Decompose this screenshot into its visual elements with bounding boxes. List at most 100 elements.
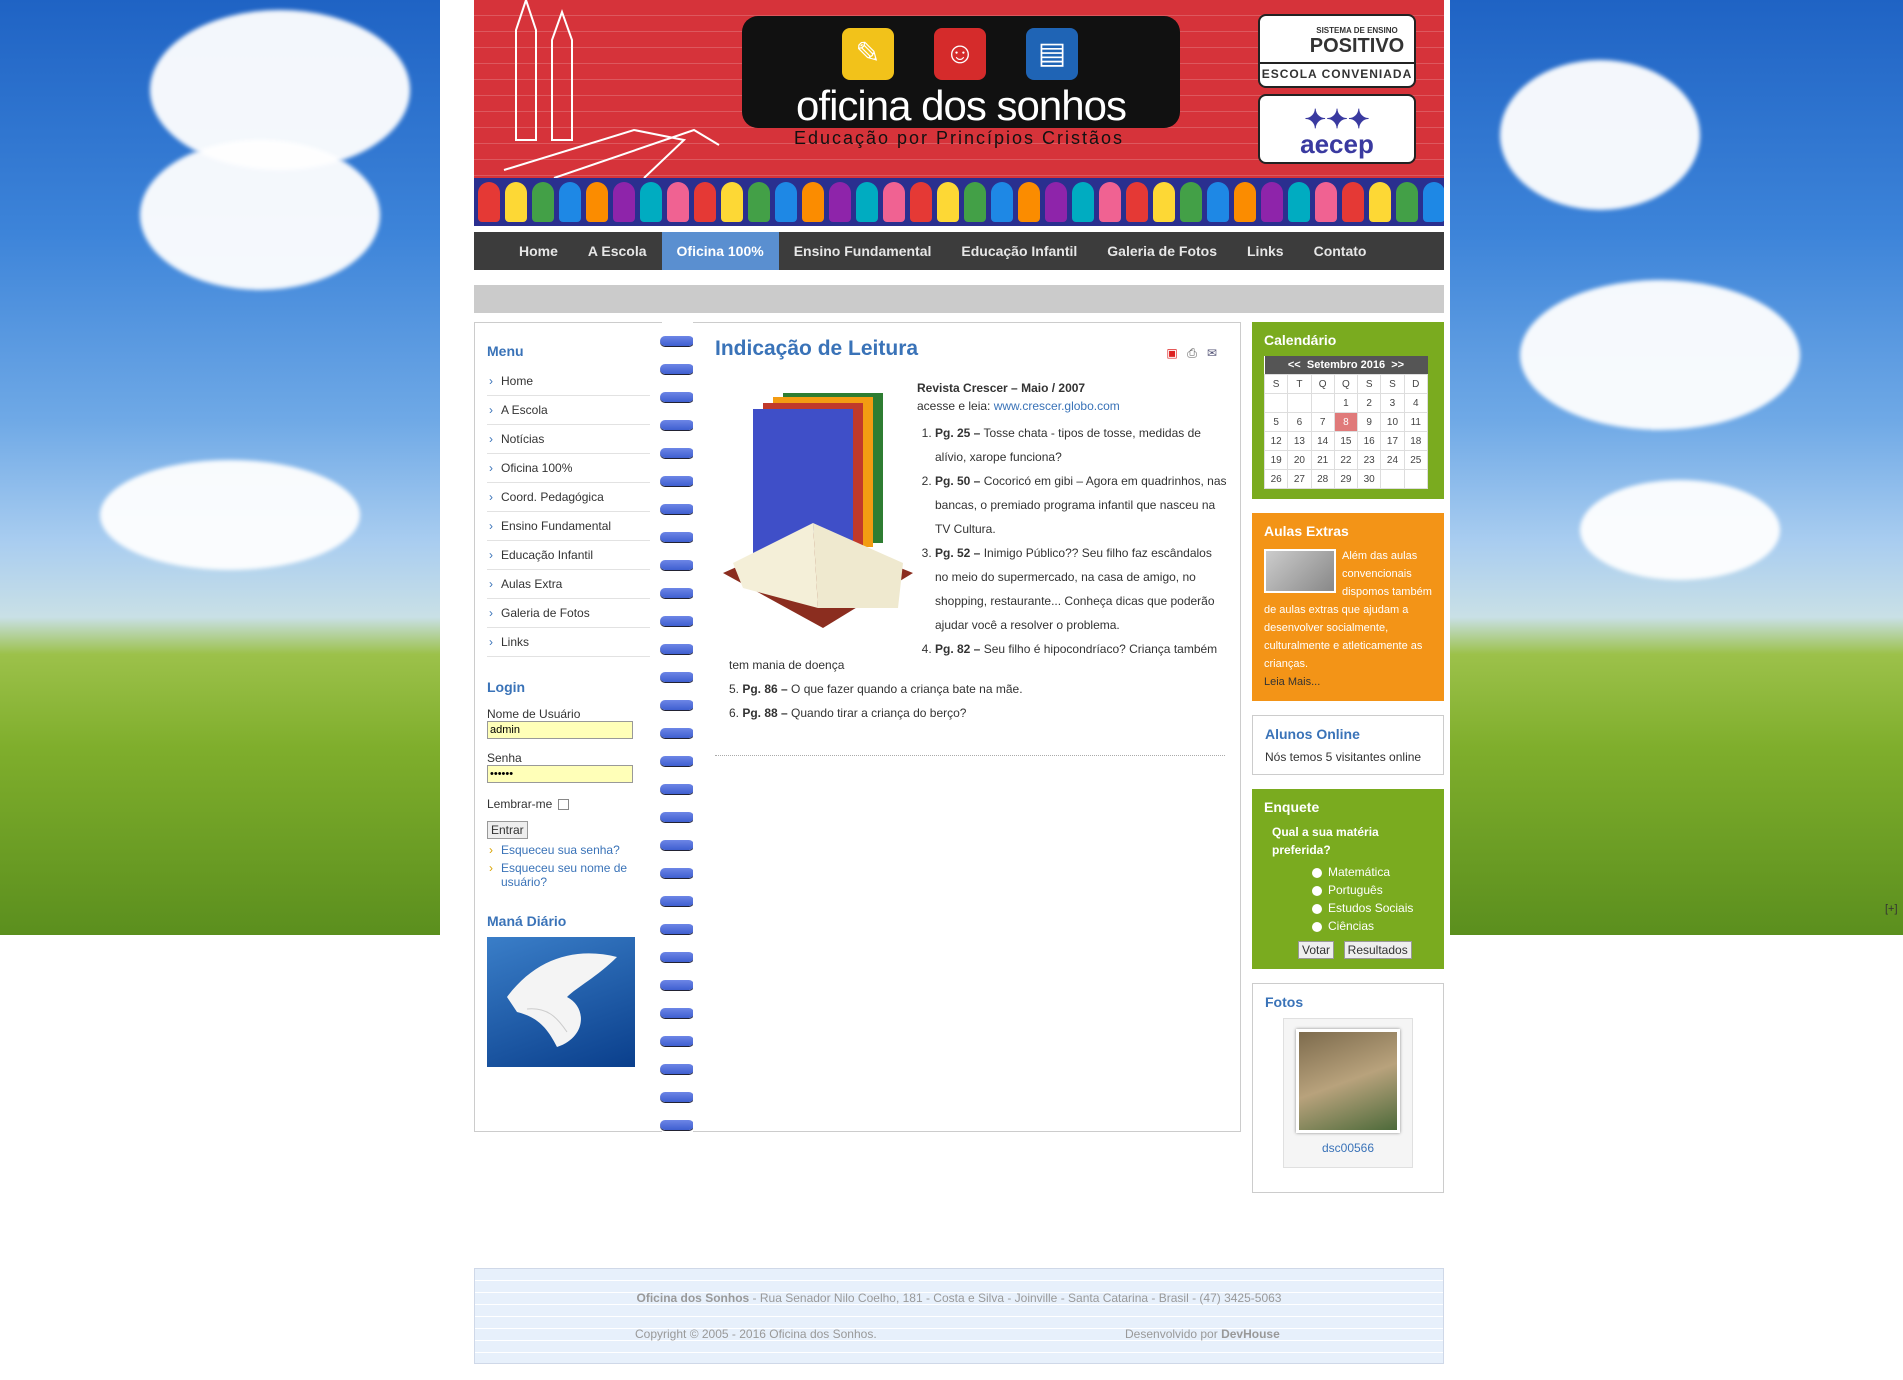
nav-oficina-100[interactable]: Oficina 100% <box>661 232 779 270</box>
calendar-day <box>1403 469 1429 489</box>
menu-item-links[interactable]: Links <box>487 628 650 657</box>
spiral-ring <box>660 1064 694 1074</box>
dove-image[interactable] <box>487 937 635 1067</box>
menu-item-galeria-de-fotos[interactable]: Galeria de Fotos <box>487 599 650 628</box>
page-container: ✎ ☺ ▤ oficina dos sonhos Educação por Pr… <box>440 0 1450 1380</box>
children-icon: ☺ <box>934 28 986 80</box>
calendar-day[interactable]: 16 <box>1357 431 1382 451</box>
calendar-day[interactable]: 30 <box>1357 469 1382 489</box>
aulas-thumbnail[interactable] <box>1264 549 1336 593</box>
vote-button[interactable]: Votar <box>1298 941 1335 959</box>
child-figure-icon <box>964 182 986 222</box>
child-figure-icon <box>748 182 770 222</box>
nav-links[interactable]: Links <box>1232 232 1299 270</box>
menu-item-a-escola[interactable]: A Escola <box>487 396 650 425</box>
calendar-day[interactable]: 26 <box>1263 469 1289 489</box>
calendar-day[interactable]: 10 <box>1380 412 1405 432</box>
calendar-day[interactable]: 29 <box>1333 469 1359 489</box>
spiral-ring <box>660 924 694 934</box>
read-more-link[interactable]: Leia Mais... <box>1264 673 1432 691</box>
calendar-day[interactable]: 3 <box>1380 393 1405 413</box>
menu-item-educacao-infantil[interactable]: Educação Infantil <box>487 541 650 570</box>
footer: Oficina dos Sonhos - Rua Senador Nilo Co… <box>474 1268 1444 1364</box>
calendar-day[interactable]: 14 <box>1310 431 1335 451</box>
photo-caption[interactable]: dsc00566 <box>1294 1141 1402 1155</box>
calendar-title: Calendário <box>1264 332 1337 348</box>
calendar-day[interactable]: 20 <box>1287 450 1312 470</box>
list-item: Pg. 86 – O que fazer quando a criança ba… <box>729 677 1229 701</box>
calendar-day[interactable]: 19 <box>1263 450 1289 470</box>
calendar-day[interactable]: 11 <box>1403 412 1429 432</box>
calendar-day[interactable]: 8 <box>1333 412 1359 432</box>
nav-home[interactable]: Home <box>504 232 573 270</box>
crescer-link[interactable]: www.crescer.globo.com <box>994 399 1120 413</box>
calendar-day[interactable]: 13 <box>1287 431 1312 451</box>
mana-diario-title: Maná Diário <box>487 913 567 929</box>
positivo-badge[interactable]: SISTEMA DE ENSINO POSITIVO ESCOLA CONVEN… <box>1258 14 1416 88</box>
fotos-title: Fotos <box>1265 994 1304 1010</box>
poll-title: Enquete <box>1264 799 1320 815</box>
calendar-day[interactable]: 24 <box>1380 450 1405 470</box>
calendar-day[interactable]: 17 <box>1380 431 1405 451</box>
poll-question: Qual a sua matéria preferida? <box>1272 825 1379 857</box>
forgot-username-link[interactable]: Esqueceu seu nome de usuário? <box>487 861 650 889</box>
cloud <box>1500 60 1700 210</box>
username-label: Nome de Usuário <box>487 707 581 721</box>
article-divider <box>715 755 1225 756</box>
corner-toggle[interactable]: [+] <box>1885 903 1898 915</box>
next-month-button[interactable]: >> <box>1391 359 1404 371</box>
school-logo[interactable]: ✎ ☺ ▤ oficina dos sonhos <box>742 16 1180 129</box>
calendar-day[interactable]: 15 <box>1333 431 1359 451</box>
prev-month-button[interactable]: << <box>1288 359 1301 371</box>
username-input[interactable] <box>487 721 633 739</box>
calendar-day[interactable]: 7 <box>1310 412 1335 432</box>
poll-radio[interactable] <box>1312 867 1322 878</box>
poll-radio[interactable] <box>1312 885 1322 896</box>
calendar-day[interactable]: 2 <box>1357 393 1382 413</box>
login-button[interactable]: Entrar <box>487 821 528 839</box>
calendar-day[interactable]: 4 <box>1403 393 1429 413</box>
calendar-day[interactable]: 21 <box>1310 450 1335 470</box>
remember-checkbox[interactable] <box>558 799 570 811</box>
pdf-icon[interactable]: ▣ <box>1164 345 1180 361</box>
poll-radio[interactable] <box>1312 921 1322 932</box>
spiral-ring <box>660 1036 694 1046</box>
nav-ensino-fundamental[interactable]: Ensino Fundamental <box>779 232 947 270</box>
child-figure-icon <box>586 182 608 222</box>
calendar-day[interactable]: 23 <box>1357 450 1382 470</box>
menu-item-oficina-100[interactable]: Oficina 100% <box>487 454 650 483</box>
aecep-badge[interactable]: ✦✦✦ aecep <box>1258 94 1416 164</box>
calendar-day[interactable]: 28 <box>1310 469 1335 489</box>
results-button[interactable]: Resultados <box>1343 941 1412 959</box>
calendar-day[interactable]: 1 <box>1333 393 1359 413</box>
menu-item-coord-pedagogica[interactable]: Coord. Pedagógica <box>487 483 650 512</box>
footer-dev-name[interactable]: DevHouse <box>1221 1327 1280 1341</box>
calendar-day[interactable]: 12 <box>1263 431 1289 451</box>
gallery-photo[interactable] <box>1296 1029 1400 1133</box>
child-figure-icon <box>1315 182 1337 222</box>
online-text: Nós temos 5 visitantes online <box>1265 750 1422 764</box>
nav-educacao-infantil[interactable]: Educação Infantil <box>946 232 1092 270</box>
left-sidebar: Menu Home A Escola Notícias Oficina 100%… <box>474 322 662 1132</box>
calendar-day[interactable]: 22 <box>1333 450 1359 470</box>
logo-subtitle: Educação por Princípios Cristãos <box>793 128 1125 148</box>
calendar-day[interactable]: 6 <box>1287 412 1312 432</box>
calendar-day[interactable]: 25 <box>1403 450 1429 470</box>
calendar-day[interactable]: 27 <box>1287 469 1312 489</box>
menu-item-ensino-fundamental[interactable]: Ensino Fundamental <box>487 512 650 541</box>
forgot-password-link[interactable]: Esqueceu sua senha? <box>487 843 650 857</box>
password-input[interactable] <box>487 765 633 783</box>
menu-item-aulas-extra[interactable]: Aulas Extra <box>487 570 650 599</box>
email-icon[interactable]: ✉ <box>1204 345 1220 361</box>
nav-a-escola[interactable]: A Escola <box>573 232 662 270</box>
print-icon[interactable]: ⎙ <box>1184 345 1200 361</box>
nav-contato[interactable]: Contato <box>1299 232 1382 270</box>
nav-galeria-de-fotos[interactable]: Galeria de Fotos <box>1092 232 1232 270</box>
calendar-day[interactable]: 18 <box>1403 431 1429 451</box>
menu-item-home[interactable]: Home <box>487 367 650 396</box>
calendar-day[interactable]: 9 <box>1357 412 1382 432</box>
poll-radio[interactable] <box>1312 903 1322 914</box>
spiral-ring <box>660 336 694 346</box>
calendar-day[interactable]: 5 <box>1263 412 1289 432</box>
menu-item-noticias[interactable]: Notícias <box>487 425 650 454</box>
